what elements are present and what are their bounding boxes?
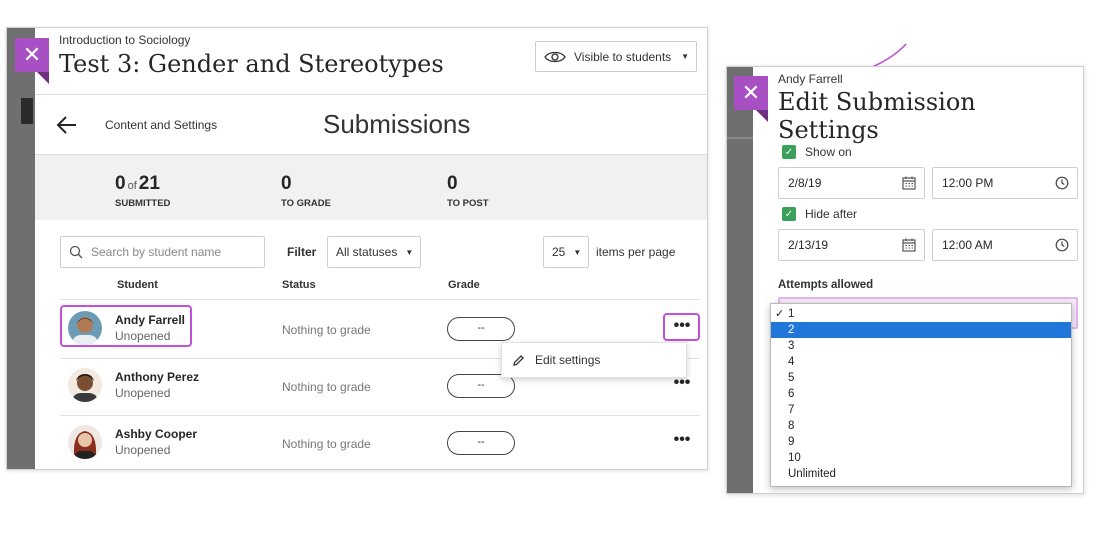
attempts-option[interactable]: 8 xyxy=(771,418,1071,434)
submissions-header: Content and Settings Submissions xyxy=(35,94,707,154)
breadcrumb[interactable]: Content and Settings xyxy=(105,118,217,132)
filter-label: Filter xyxy=(287,245,317,259)
more-options-icon[interactable]: ••• xyxy=(668,317,696,341)
visibility-dropdown[interactable]: Visible to students ▼ xyxy=(535,41,697,72)
attempts-option[interactable]: 3 xyxy=(771,338,1071,354)
attempts-option[interactable]: ✓ 1 xyxy=(771,306,1071,322)
attempts-option[interactable]: 2 xyxy=(771,322,1071,338)
course-name: Introduction to Sociology xyxy=(59,33,191,47)
show-on-checkbox[interactable]: ✓ Show on xyxy=(782,145,852,159)
clock-icon xyxy=(1055,176,1069,190)
page-title: Submissions xyxy=(323,109,471,139)
close-button[interactable]: ✕ xyxy=(15,38,49,84)
test-title: Test 3: Gender and Stereotypes xyxy=(59,50,444,78)
check-icon: ✓ xyxy=(782,145,796,159)
chevron-down-icon: ▼ xyxy=(405,247,414,257)
per-page-select[interactable]: 25 ▼ xyxy=(543,236,589,268)
stat-to-grade: 0 TO GRADE xyxy=(281,173,331,209)
grade-pill[interactable]: -- xyxy=(447,431,515,455)
column-header-student: Student xyxy=(117,279,158,291)
table-row: Ashby Cooper Unopened Nothing to grade -… xyxy=(60,415,700,469)
attempts-option[interactable]: 6 xyxy=(771,386,1071,402)
chevron-down-icon: ▼ xyxy=(573,247,582,257)
submission-status: Nothing to grade xyxy=(282,380,371,394)
attempts-option[interactable]: Unlimited xyxy=(771,466,1071,482)
show-on-time-field[interactable]: 12:00 PM xyxy=(932,167,1078,199)
per-page-label: items per page xyxy=(596,245,676,259)
calendar-icon xyxy=(902,238,916,252)
column-header-grade: Grade xyxy=(448,279,480,291)
stats-bar: 0 of 21 SUBMITTED 0 TO GRADE 0 TO POST xyxy=(35,154,707,220)
close-icon: ✕ xyxy=(22,42,42,67)
attempts-option[interactable]: 4 xyxy=(771,354,1071,370)
arrow-left-icon[interactable] xyxy=(55,113,79,137)
close-button[interactable]: ✕ xyxy=(734,76,768,122)
grade-pill[interactable]: -- xyxy=(447,317,515,341)
background-strip xyxy=(7,28,35,469)
avatar xyxy=(68,425,102,459)
attempts-option[interactable]: 7 xyxy=(771,402,1071,418)
search-input[interactable]: Search by student name xyxy=(60,236,265,268)
stat-submitted: 0 of 21 SUBMITTED xyxy=(115,173,171,209)
submission-status: Nothing to grade xyxy=(282,437,371,451)
more-options-icon[interactable]: ••• xyxy=(668,431,696,455)
close-icon: ✕ xyxy=(741,80,761,105)
background-strip xyxy=(727,67,753,493)
search-icon xyxy=(69,245,83,259)
edit-submission-settings-panel: ✕ Andy Farrell Edit Submission Settings … xyxy=(726,66,1084,494)
avatar xyxy=(68,368,102,402)
submissions-panel: ✕ Introduction to Sociology Test 3: Gend… xyxy=(6,27,708,470)
student-state: Unopened xyxy=(115,386,171,400)
check-icon: ✓ xyxy=(782,207,796,221)
pencil-icon xyxy=(513,354,524,366)
chevron-down-icon: ▼ xyxy=(681,52,690,61)
visibility-label: Visible to students xyxy=(574,49,672,64)
hide-after-date-field[interactable]: 2/13/19 xyxy=(778,229,925,261)
edit-settings-menu-item[interactable]: Edit settings xyxy=(501,342,687,378)
attempts-label: Attempts allowed xyxy=(778,279,874,291)
hide-after-time-field[interactable]: 12:00 AM xyxy=(932,229,1078,261)
show-on-date-field[interactable]: 2/8/19 xyxy=(778,167,925,199)
attempts-option[interactable]: 10 xyxy=(771,450,1071,466)
attempts-dropdown: ✓ 1 2 3 4 5 6 7 8 9 10 Unlimited xyxy=(770,303,1072,487)
hide-after-checkbox[interactable]: ✓ Hide after xyxy=(782,207,857,221)
student-name[interactable]: Ashby Cooper xyxy=(115,427,197,441)
clock-icon xyxy=(1055,238,1069,252)
panel-title: Edit Submission Settings xyxy=(778,88,976,144)
attempts-option[interactable]: 9 xyxy=(771,434,1071,450)
student-name[interactable]: Andy Farrell xyxy=(115,313,185,327)
student-name: Andy Farrell xyxy=(778,72,843,86)
stat-to-post: 0 TO POST xyxy=(447,173,489,209)
calendar-icon xyxy=(902,176,916,190)
student-state: Unopened xyxy=(115,443,171,457)
eye-icon xyxy=(544,51,566,62)
search-placeholder: Search by student name xyxy=(91,245,222,259)
check-icon: ✓ xyxy=(775,308,785,320)
submission-status: Nothing to grade xyxy=(282,323,371,337)
student-name[interactable]: Anthony Perez xyxy=(115,370,199,384)
status-filter-select[interactable]: All statuses ▼ xyxy=(327,236,421,268)
student-state: Unopened xyxy=(115,329,171,343)
edit-settings-label: Edit settings xyxy=(535,353,601,367)
column-header-status: Status xyxy=(282,279,316,291)
attempts-option[interactable]: 5 xyxy=(771,370,1071,386)
